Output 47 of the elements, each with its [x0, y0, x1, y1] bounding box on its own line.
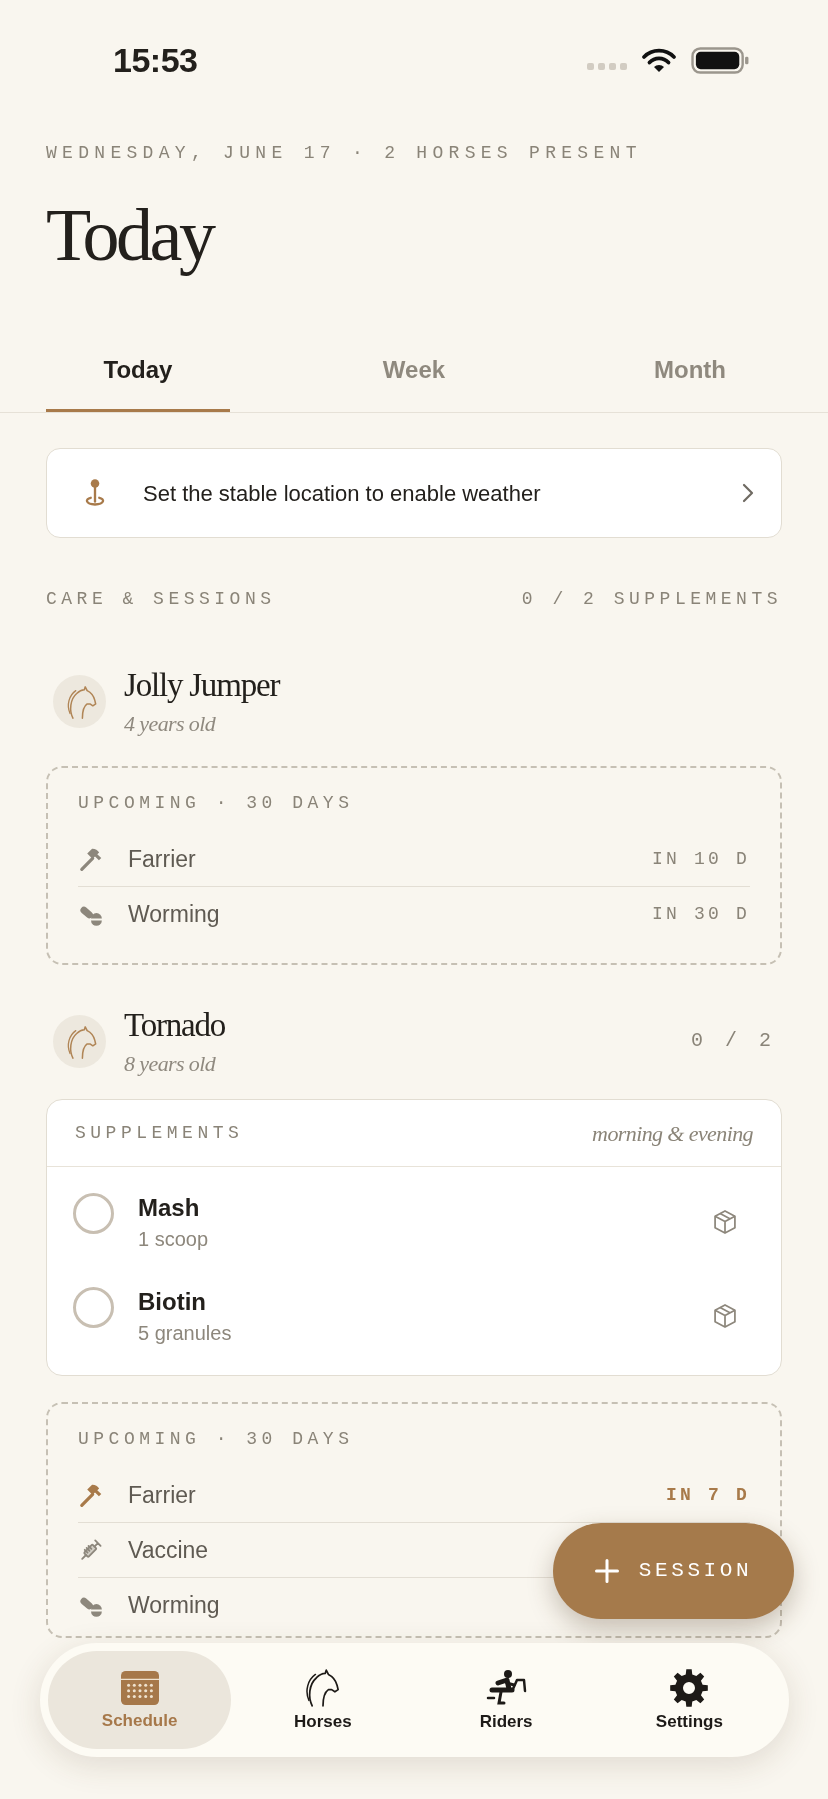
add-session-button[interactable]: SESSION [553, 1523, 794, 1619]
supplements-title: SUPPLEMENTS [75, 1121, 244, 1145]
chevron-right-icon [741, 481, 755, 505]
section-title: CARE & SESSIONS [46, 589, 276, 609]
tab-bar-item[interactable]: Horses [231, 1651, 415, 1749]
due-label: IN 10 D [652, 847, 750, 871]
box-icon [711, 1302, 739, 1330]
checkbox[interactable] [73, 1193, 114, 1234]
wifi-icon [641, 47, 677, 73]
supplement-name: Biotin [138, 1287, 207, 1317]
supplement-count: 0 / 2 [691, 1028, 776, 1054]
status-time: 15:53 [113, 43, 198, 77]
box-icon [711, 1208, 739, 1236]
tab[interactable]: Today [46, 345, 230, 412]
horse-name: Tornado [124, 1006, 226, 1045]
plus-icon [594, 1559, 619, 1583]
horse-age: 4 years old [124, 711, 217, 737]
page-title: Today [46, 195, 214, 275]
horse-age: 8 years old [124, 1051, 217, 1077]
horse-head-icon [53, 1014, 106, 1068]
battery-icon [691, 46, 749, 74]
rider-on-horse-icon [484, 1668, 529, 1708]
supplement-summary: 0 / 2 SUPPLEMENTS [521, 589, 782, 609]
upcoming-title: UPCOMING · 30 DAYS [78, 1429, 355, 1449]
horse-head-icon [53, 674, 106, 728]
gear-icon [669, 1668, 710, 1708]
schedule-label: morning & evening [592, 1119, 753, 1148]
tab-bar-item[interactable]: Riders [414, 1651, 598, 1749]
care-label: Farrier [128, 844, 196, 874]
due-label: IN 30 D [652, 903, 750, 926]
horse-name: Jolly Jumper [124, 666, 280, 705]
care-label: Vaccine [128, 1535, 209, 1565]
care-label: Farrier [128, 1480, 196, 1510]
supplement-name: Mash [138, 1193, 201, 1223]
calendar-icon [118, 1669, 161, 1707]
care-label: Worming [128, 1591, 220, 1621]
location-banner[interactable]: Set the stable location to enable weather [46, 448, 782, 538]
date-subtitle: WEDNESDAY, JUNE 17 · 2 HORSES PRESENT [46, 143, 643, 163]
supplement-amount: 5 granules [138, 1321, 232, 1345]
signal-icon [587, 63, 627, 71]
supplement-amount: 1 scoop [138, 1227, 209, 1251]
due-label: IN 7 D [666, 1483, 750, 1507]
upcoming-title: UPCOMING · 30 DAYS [78, 793, 355, 813]
tab-bar-item[interactable]: Settings [597, 1651, 781, 1749]
checkbox[interactable] [73, 1287, 114, 1328]
care-label: Worming [128, 900, 220, 930]
horse-head-icon [304, 1668, 341, 1708]
